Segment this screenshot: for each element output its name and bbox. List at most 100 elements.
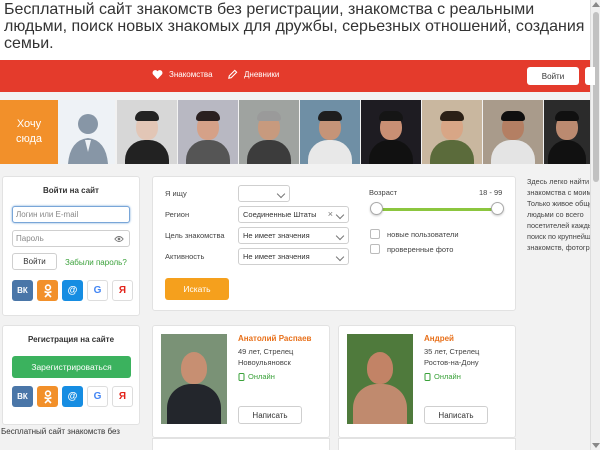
age-label: Возраст <box>369 188 398 197</box>
looking-for-label: Я ищу <box>165 189 187 198</box>
age-range-value: 18 - 99 <box>479 188 503 197</box>
login-placeholder: Логин или E-mail <box>16 210 79 219</box>
vk-register-icon[interactable]: ВК <box>12 386 33 407</box>
site-description: Здесь легко найти знакомства с моим Толь… <box>527 176 590 296</box>
new-users-label: новые пользователи <box>387 230 459 239</box>
chevron-down-icon <box>335 252 345 262</box>
description-line: посетителей каждый <box>527 221 590 230</box>
member-photo[interactable] <box>117 100 177 164</box>
search-button[interactable]: Искать <box>165 278 229 300</box>
register-button[interactable]: Зарегистрироваться <box>12 356 131 378</box>
scroll-down-arrow-icon[interactable] <box>592 443 600 448</box>
description-line: знакомств, фотографий <box>527 243 590 252</box>
profile-name[interactable]: Андрей <box>424 334 454 343</box>
header-login-button[interactable]: Войти <box>527 67 579 85</box>
description-line: людьми со всего <box>527 210 584 219</box>
mailru-login-icon[interactable]: @ <box>62 280 83 301</box>
page-title: Бесплатный сайт знакомств без регистраци… <box>4 1 585 52</box>
mailru-register-icon[interactable]: @ <box>62 386 83 407</box>
register-social-buttons: ВК @ G Я <box>12 386 133 407</box>
looking-for-select[interactable] <box>238 185 290 202</box>
profile-city: Ростов-на-Дону <box>424 358 479 367</box>
description-line: Здесь легко найти <box>527 177 590 186</box>
online-label: Онлайн <box>434 372 461 381</box>
nav-item-label: Дневники <box>244 70 280 79</box>
age-min-handle[interactable] <box>370 202 383 215</box>
login-submit-button[interactable]: Войти <box>12 253 57 270</box>
age-slider-track[interactable] <box>377 208 498 211</box>
age-max-handle[interactable] <box>491 202 504 215</box>
phone-icon <box>238 372 245 381</box>
online-label: Онлайн <box>248 372 275 381</box>
want-here-button[interactable]: Хочу сюда <box>0 100 66 164</box>
profile-photo[interactable] <box>161 334 227 424</box>
show-password-icon[interactable] <box>114 235 124 243</box>
photo-strip: Хочу сюда <box>0 100 590 164</box>
default-avatar-icon <box>58 100 115 164</box>
profile-card[interactable]: Анатолий Распаев 49 лет, Стрелец Новоуль… <box>152 325 330 438</box>
profile-age-sign: 49 лет, Стрелец <box>238 347 294 356</box>
goal-select[interactable]: Не имеет значения <box>238 227 349 244</box>
goal-label: Цель знакомства <box>165 231 225 240</box>
profile-card-partial[interactable] <box>152 438 330 450</box>
password-field[interactable]: Пароль <box>12 230 130 247</box>
login-title: Войти на сайт <box>43 186 99 195</box>
pencil-icon <box>228 69 238 79</box>
yandex-register-icon[interactable]: Я <box>112 386 133 407</box>
activity-value: Не имеет значения <box>243 252 310 261</box>
scroll-up-arrow-icon[interactable] <box>592 2 600 7</box>
header-register-button[interactable] <box>585 67 595 85</box>
profile-photo[interactable] <box>347 334 413 424</box>
description-line: Только живое общение <box>527 199 590 208</box>
profile-age-sign: 35 лет, Стрелец <box>424 347 480 356</box>
login-social-buttons: ВК @ G Я <box>12 280 133 301</box>
scroll-thumb[interactable] <box>593 12 599 182</box>
member-photo[interactable] <box>361 100 421 164</box>
heart-icon <box>152 70 163 80</box>
description-line: поиск по крупнейшей <box>527 232 590 241</box>
verified-photo-checkbox[interactable] <box>370 244 380 254</box>
login-email-field[interactable]: Логин или E-mail <box>12 206 130 223</box>
top-nav-bar <box>0 60 590 92</box>
footer-seo-text: Бесплатный сайт знакомств без <box>1 427 120 436</box>
search-panel: Я ищу Регион Соединенные Штаты × Цель зн… <box>152 176 516 311</box>
nav-item-diaries[interactable]: Дневники <box>227 69 279 80</box>
want-here-line1: Хочу <box>16 118 42 130</box>
google-register-icon[interactable]: G <box>87 386 108 407</box>
member-photo[interactable] <box>483 100 543 164</box>
yandex-login-icon[interactable]: Я <box>112 280 133 301</box>
forgot-password-link[interactable]: Забыли пароль? <box>65 258 127 267</box>
new-users-checkbox[interactable] <box>370 229 380 239</box>
member-photo[interactable] <box>544 100 590 164</box>
profile-card[interactable]: Андрей 35 лет, Стрелец Ростов-на-Дону Он… <box>338 325 516 438</box>
online-status: Онлайн <box>238 372 275 381</box>
register-panel: Регистрация на сайте Зарегистрироваться … <box>2 325 140 425</box>
site-headline: Бесплатный сайт знакомств без регистраци… <box>0 0 590 60</box>
activity-select[interactable]: Не имеет значения <box>238 248 349 265</box>
profile-city: Новоульяновск <box>238 358 291 367</box>
region-select[interactable]: Соединенные Штаты × <box>238 206 349 223</box>
want-here-line2: сюда <box>15 133 43 145</box>
phone-icon <box>424 372 431 381</box>
member-photo[interactable] <box>239 100 299 164</box>
region-value: Соединенные Штаты <box>243 210 317 219</box>
ok-register-icon[interactable] <box>37 386 58 407</box>
description-line: знакомства с моим <box>527 188 590 197</box>
verified-photo-label: проверенные фото <box>387 245 454 254</box>
member-photo[interactable] <box>422 100 482 164</box>
google-login-icon[interactable]: G <box>87 280 108 301</box>
login-panel: Войти на сайт Логин или E-mail Пароль Во… <box>2 176 140 316</box>
register-title: Регистрация на сайте <box>27 335 115 344</box>
chevron-down-icon <box>276 189 286 199</box>
ok-login-icon[interactable] <box>37 280 58 301</box>
goal-value: Не имеет значения <box>243 231 310 240</box>
clear-region-icon[interactable]: × <box>328 209 333 219</box>
profile-card-partial[interactable] <box>338 438 516 450</box>
member-photo[interactable] <box>178 100 238 164</box>
write-message-button[interactable]: Написать <box>424 406 488 424</box>
profile-name[interactable]: Анатолий Распаев <box>238 334 311 343</box>
vk-login-icon[interactable]: ВК <box>12 280 33 301</box>
member-photo[interactable] <box>300 100 360 164</box>
nav-item-dating[interactable]: Знакомства <box>152 69 213 80</box>
write-message-button[interactable]: Написать <box>238 406 302 424</box>
